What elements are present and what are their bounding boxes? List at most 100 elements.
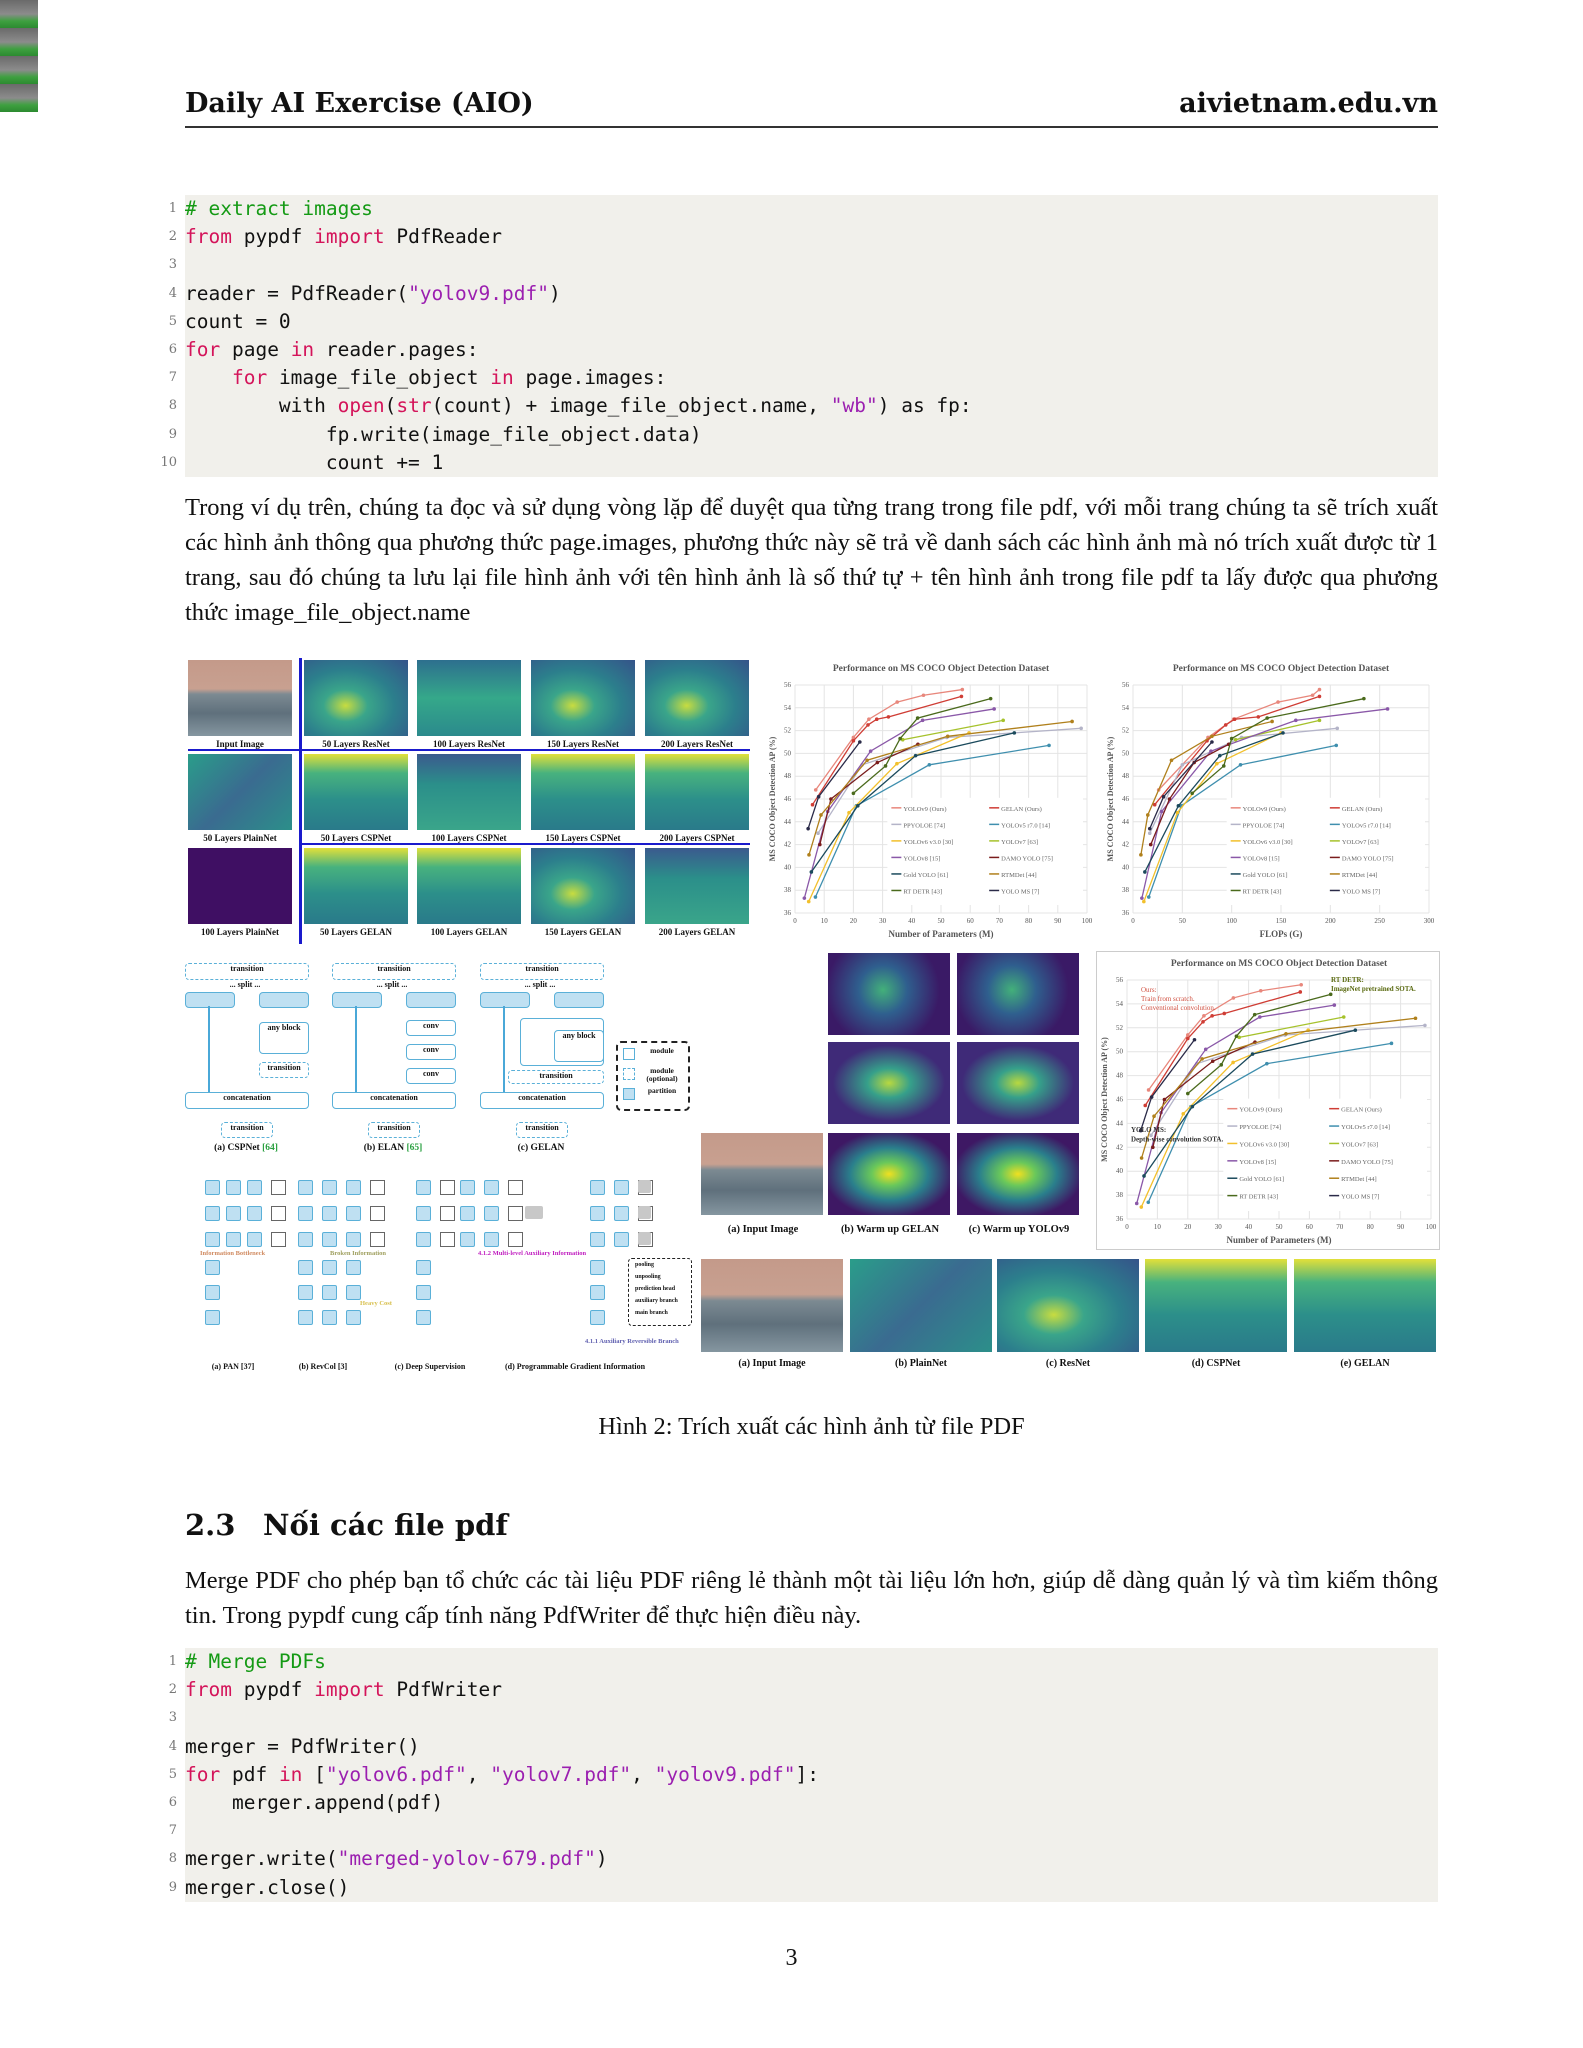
code-text: PdfWriter [384, 1678, 503, 1702]
code-text: count = 0 [185, 309, 291, 333]
legend-label: PPYOLOE [74] [1239, 1124, 1281, 1131]
series-line [1147, 1042, 1392, 1203]
main-branch-node [346, 1232, 361, 1247]
grid-divider [299, 658, 302, 944]
data-point [1385, 707, 1390, 711]
grid-divider [188, 749, 750, 751]
split-label: ... split ... [229, 980, 261, 989]
pgi-annotation: Information Bottleneck [200, 1250, 266, 1257]
pgi-caption: (d) Programmable Gradient Information [504, 1362, 646, 1371]
code-text: ) [548, 281, 561, 305]
input-image-thumbnail [0, 28, 38, 56]
legend-swatch [623, 1088, 635, 1100]
x-tick-label: 90 [1397, 1223, 1405, 1231]
data-point [1210, 740, 1214, 744]
y-tick-label: 50 [1122, 749, 1130, 757]
data-point [1181, 1112, 1186, 1116]
data-point [874, 717, 879, 721]
code-line: 9 fp.write(image_file_object.data) [169, 421, 1438, 449]
y-tick-label: 40 [1116, 1167, 1124, 1175]
line-number: 8 [168, 1851, 177, 1867]
code-text: pypdf [231, 1678, 315, 1702]
line-number: 4 [168, 285, 177, 301]
y-tick-label: 48 [1116, 1072, 1124, 1080]
data-point [816, 831, 820, 835]
y-tick-label: 54 [784, 704, 792, 712]
legend-label: YOLOv9 (Ours) [903, 806, 946, 813]
code-keyword: in [278, 1762, 303, 1786]
line-number: 3 [168, 257, 177, 273]
main-branch-node [298, 1310, 313, 1325]
feature-map-label: 150 Layers ResNet [547, 739, 619, 749]
main-branch-node [346, 1285, 361, 1300]
series-line [810, 732, 1015, 873]
data-point [1423, 1023, 1427, 1028]
x-tick-label: 80 [1025, 917, 1033, 925]
paragraph-merge: Merge PDF cho phép bạn tổ chức các tài l… [185, 1567, 1438, 1629]
prediction-head [508, 1206, 523, 1221]
annotation: YOLO MS: [1131, 1126, 1166, 1134]
y-tick-label: 36 [784, 909, 792, 917]
data-point [1215, 761, 1219, 766]
code-keyword: import [314, 1678, 385, 1702]
x-tick-label: 20 [1184, 1223, 1192, 1231]
series-line [815, 688, 963, 791]
data-point [1139, 1156, 1144, 1160]
data-point [1310, 693, 1315, 698]
prediction-head [271, 1206, 286, 1221]
x-tick-label: 300 [1424, 917, 1435, 925]
feature-map-image [531, 660, 635, 736]
series-line [1158, 689, 1320, 791]
main-branch-node [416, 1206, 431, 1221]
x-tick-label: 40 [908, 917, 916, 925]
main-branch-node [205, 1232, 220, 1247]
data-point [1389, 1041, 1394, 1046]
legend-label: YOLOv9 (Ours) [1243, 806, 1286, 813]
x-tick-label: 200 [1325, 917, 1336, 925]
code-text: fp.write(image_file_object.data) [185, 422, 702, 446]
conv-module: conv [406, 1044, 456, 1060]
data-point [1161, 794, 1166, 799]
y-axis-label: MS COCO Object Detection AP (%) [1100, 1037, 1109, 1162]
series-line [1143, 732, 1282, 902]
transition-module: transition [332, 963, 456, 980]
data-point [1148, 842, 1153, 847]
data-point [1299, 982, 1303, 987]
x-tick-label: 50 [1179, 917, 1187, 925]
code-line: 6 for page in reader.pages: [169, 336, 1438, 364]
main-branch-node [205, 1285, 220, 1300]
diagram-caption: (c) GELAN [480, 1143, 602, 1153]
prediction-head [440, 1232, 455, 1247]
partition-block [185, 992, 235, 1008]
code-text: pdf [220, 1762, 279, 1786]
data-point [1232, 717, 1237, 721]
legend-swatch [623, 1068, 635, 1080]
code-line: 4 merger = PdfWriter() [169, 1733, 1438, 1761]
legend-label: DAMO YOLO [75] [1341, 1159, 1393, 1166]
prediction-head [638, 1206, 653, 1221]
legend-label: YOLO MS [7] [1342, 888, 1380, 895]
feature-map-label: 50 Layers ResNet [322, 739, 390, 749]
line-number: 6 [168, 341, 177, 357]
data-point [1205, 739, 1209, 743]
legend-label: YOLOv6 v3.0 [30] [903, 839, 953, 846]
heatmap-yolov9 [957, 1133, 1079, 1215]
code-line: 2 from pypdf import PdfReader [169, 223, 1438, 251]
code-line: 2 from pypdf import PdfWriter [169, 1676, 1438, 1704]
legend-label: Gold YOLO [61] [1243, 872, 1288, 879]
feature-map-image [701, 1259, 843, 1352]
legend-label: GELAN (Ours) [1342, 806, 1383, 813]
conv-module: conv [406, 1020, 456, 1036]
annotation: Conventional convolution. [1141, 1004, 1216, 1012]
auxiliary-node [525, 1206, 543, 1219]
series-line [811, 695, 962, 806]
code-keyword: in [290, 337, 315, 361]
main-branch-node [322, 1232, 337, 1247]
data-point [1186, 1036, 1190, 1041]
code-text: ]: [795, 1762, 820, 1786]
heatmap-yolov9 [957, 1042, 1079, 1124]
data-point [1223, 723, 1228, 727]
code-block-extract-images: 1 # extract images 2 from pypdf import PdfR… [160, 195, 1438, 477]
data-point [1306, 1028, 1310, 1032]
y-axis-label: MS COCO Object Detection AP (%) [1106, 736, 1115, 861]
